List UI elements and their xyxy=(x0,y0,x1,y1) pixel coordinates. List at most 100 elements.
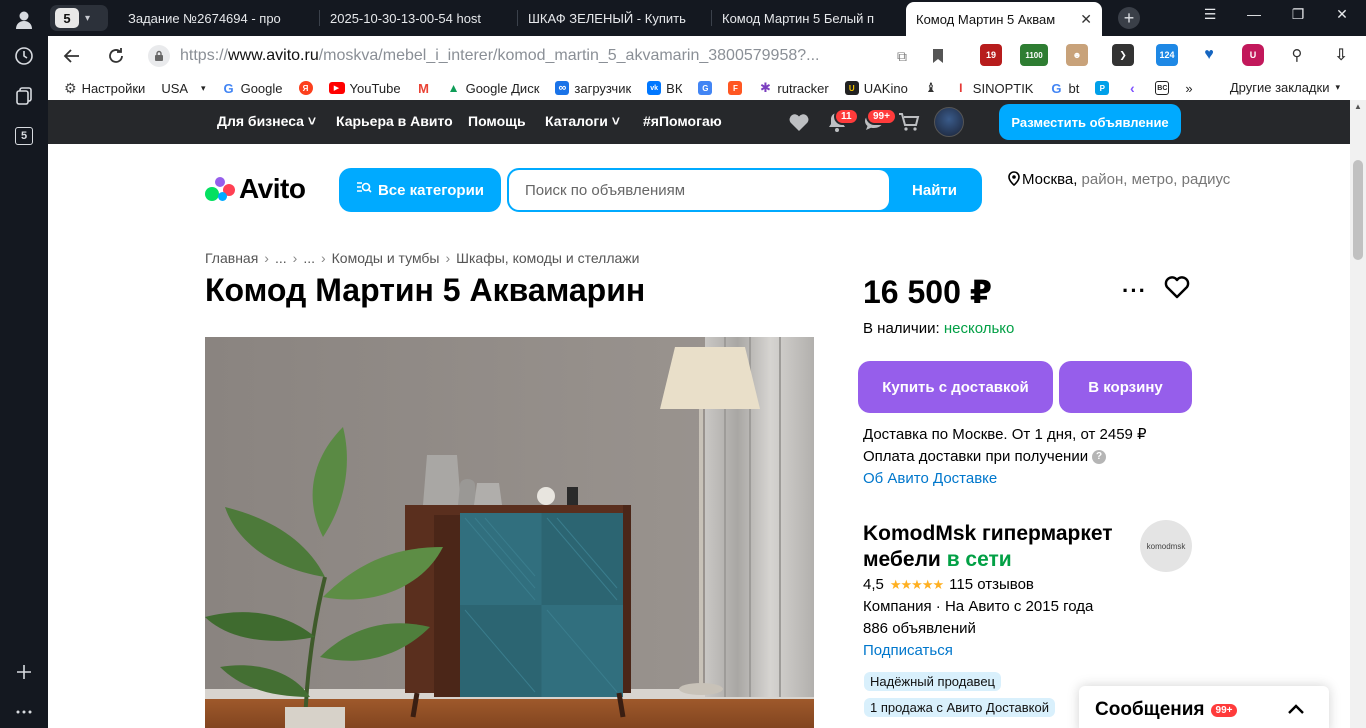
nav-help[interactable]: Помощь xyxy=(468,113,526,129)
favorite-heart-icon[interactable] xyxy=(1163,274,1191,302)
bookmark-rutracker[interactable]: ✱ rutracker xyxy=(758,80,829,96)
breadcrumb-item[interactable]: Главная xyxy=(205,250,258,266)
seller-rating[interactable]: 4,5 ★★★★★ 115 отзывов xyxy=(863,576,1034,593)
bookmark-loader[interactable]: ∞ загрузчик xyxy=(555,81,631,96)
bookmark-sinoptik[interactable]: I SINOPTIK xyxy=(954,81,1033,96)
reliable-seller-badge: Надёжный продавец xyxy=(864,672,1001,691)
nav-business[interactable]: Для бизнеса ˅ xyxy=(217,113,316,129)
messages-widget[interactable]: Сообщения 99+ xyxy=(1079,686,1329,728)
nav-catalogs[interactable]: Каталоги ˅ xyxy=(545,113,620,129)
lock-icon[interactable] xyxy=(148,45,170,67)
buy-with-delivery-button[interactable]: Купить с доставкой xyxy=(858,361,1053,413)
nav-ya-pomogayu[interactable]: #яПомогаю xyxy=(643,113,722,129)
avito-delivery-link[interactable]: Об Авито Доставке xyxy=(863,468,1147,490)
other-bookmarks[interactable]: Другие закладки ▾ xyxy=(1230,80,1340,95)
ublock-icon[interactable]: U xyxy=(1242,44,1264,66)
extension-icon[interactable]: ♥ xyxy=(1198,44,1220,66)
extension-icon[interactable]: 124 xyxy=(1156,44,1178,66)
bookmark-f[interactable]: F xyxy=(728,81,743,95)
extension-icon[interactable]: 19 xyxy=(980,44,1002,66)
page-scrollbar[interactable]: ▲ xyxy=(1350,100,1366,728)
seller-name[interactable]: KomodMsk гипермаркет мебели в сети xyxy=(863,521,1133,573)
profile-icon[interactable] xyxy=(12,8,36,32)
breadcrumb-item[interactable]: ... xyxy=(275,250,287,266)
bookmark-p[interactable]: P xyxy=(1095,81,1110,95)
post-ad-button[interactable]: Разместить объявление xyxy=(999,104,1181,140)
add-panel-icon[interactable] xyxy=(12,660,36,684)
bookmark-bc[interactable]: BC xyxy=(1155,81,1170,95)
extension-icon[interactable]: ☻ xyxy=(1066,44,1088,66)
drive-icon: ▲ xyxy=(447,81,460,95)
breadcrumb: Главная ›... ›... › Комоды и тумбы › Шкафы, ко… xyxy=(205,250,640,266)
breadcrumb-item[interactable]: Комоды и тумбы xyxy=(332,250,440,266)
sidebar-more-icon[interactable] xyxy=(12,700,36,724)
seller-avatar[interactable]: komodmsk xyxy=(1140,520,1192,572)
thermometer-icon: I xyxy=(959,81,963,95)
bookmark-vk[interactable]: vk ВК xyxy=(647,81,682,96)
bookmark-icon[interactable] xyxy=(926,44,950,68)
scroll-up-icon[interactable]: ▲ xyxy=(1354,102,1362,111)
cart-icon[interactable] xyxy=(898,111,920,133)
search-button[interactable]: Найти xyxy=(889,170,980,210)
breadcrumb-item[interactable]: ... xyxy=(303,250,315,266)
bookmarks-overflow[interactable]: » xyxy=(1185,81,1192,96)
avito-logo[interactable]: Avito xyxy=(205,173,306,205)
tab[interactable]: ibb 2025-10-30-13-00-54 host xyxy=(320,4,516,32)
youtube-icon: ▶ xyxy=(328,82,345,94)
tab-active[interactable]: Комод Мартин 5 Аквам ✕ xyxy=(906,2,1102,36)
chevron-down-icon: ▾ xyxy=(201,82,206,93)
favorites-heart-icon[interactable] xyxy=(788,111,810,133)
bookmark-usa[interactable]: USA ▾ xyxy=(161,81,205,96)
close-tab-icon[interactable]: ✕ xyxy=(1080,11,1092,28)
close-window-icon[interactable]: ✕ xyxy=(1330,6,1354,23)
tab[interactable]: ШКАФ ЗЕЛЕНЫЙ - Купить xyxy=(518,4,710,32)
bookmark-chess[interactable]: ♝ xyxy=(924,80,938,95)
seller-ads-count[interactable]: 886 объявлений xyxy=(863,620,976,637)
tab[interactable]: Комод Мартин 5 Белый п xyxy=(712,4,904,32)
messages-widget-badge: 99+ xyxy=(1210,703,1238,717)
breadcrumb-item[interactable]: Шкафы, комоды и стеллажи xyxy=(456,250,639,266)
scrollbar-thumb[interactable] xyxy=(1353,160,1363,260)
tabs-count-icon[interactable]: 5 xyxy=(12,124,36,148)
bookmark-google-drive[interactable]: ▲ Google Диск xyxy=(447,81,540,96)
bookmark-gmail[interactable]: M xyxy=(417,81,431,96)
bookmark-yandex[interactable]: Я xyxy=(298,81,313,95)
extension-icon[interactable]: ❯ xyxy=(1112,44,1134,66)
subscribe-link[interactable]: Подписаться xyxy=(863,642,953,659)
collections-icon[interactable] xyxy=(12,84,36,108)
chevron-up-icon[interactable] xyxy=(1285,698,1307,720)
extension-icon[interactable]: 1100 xyxy=(1020,44,1048,66)
top-navigation: Для бизнеса ˅ Карьера в Авито Помощь Кат… xyxy=(48,100,1350,144)
location-selector[interactable]: Москва, район, метро, радиус xyxy=(1008,170,1230,192)
address-bar[interactable]: https://www.avito.ru/moskva/mebel_i_inte… xyxy=(148,42,928,70)
user-avatar[interactable] xyxy=(934,107,964,137)
bookmark-google[interactable]: G Google xyxy=(222,81,283,96)
more-options-icon[interactable]: ··· xyxy=(1122,278,1147,304)
bookmark-kotlin[interactable]: ‹ xyxy=(1125,80,1139,96)
new-tab-button[interactable]: + xyxy=(1118,7,1140,29)
delivery-sales-badge: 1 продажа с Авито Доставкой xyxy=(864,698,1055,717)
tab-group-counter[interactable]: 5 ▾ xyxy=(50,5,108,31)
search-input[interactable] xyxy=(509,170,889,210)
bookmark-uakino[interactable]: U UAKino xyxy=(844,81,908,96)
minimize-icon[interactable]: — xyxy=(1242,6,1266,22)
browser-toolbar: https://www.avito.ru/moskva/mebel_i_inte… xyxy=(48,36,1366,76)
puzzle-icon[interactable]: ⚲ xyxy=(1286,44,1308,66)
nav-career[interactable]: Карьера в Авито xyxy=(336,113,453,129)
copy-link-icon[interactable]: ⧉ xyxy=(890,44,914,68)
download-icon[interactable]: ⇩ xyxy=(1330,44,1352,66)
help-icon[interactable]: ? xyxy=(1092,450,1107,465)
product-photo[interactable] xyxy=(205,337,814,728)
restore-icon[interactable]: ❐ xyxy=(1286,6,1310,23)
all-categories-button[interactable]: Все категории xyxy=(339,168,501,212)
bookmark-youtube[interactable]: ▶ YouTube xyxy=(328,81,401,96)
tab[interactable]: SP Задание №2674694 - про xyxy=(118,4,318,32)
bookmark-translate[interactable]: G xyxy=(698,81,713,95)
history-icon[interactable] xyxy=(12,44,36,68)
add-to-cart-button[interactable]: В корзину xyxy=(1059,361,1192,413)
bookmark-settings[interactable]: ⚙ Настройки xyxy=(64,80,145,97)
menu-icon[interactable]: ☰ xyxy=(1198,6,1222,23)
reload-button[interactable] xyxy=(104,44,128,68)
bookmark-bt[interactable]: Gbt xyxy=(1049,81,1079,96)
back-button[interactable] xyxy=(60,44,84,68)
